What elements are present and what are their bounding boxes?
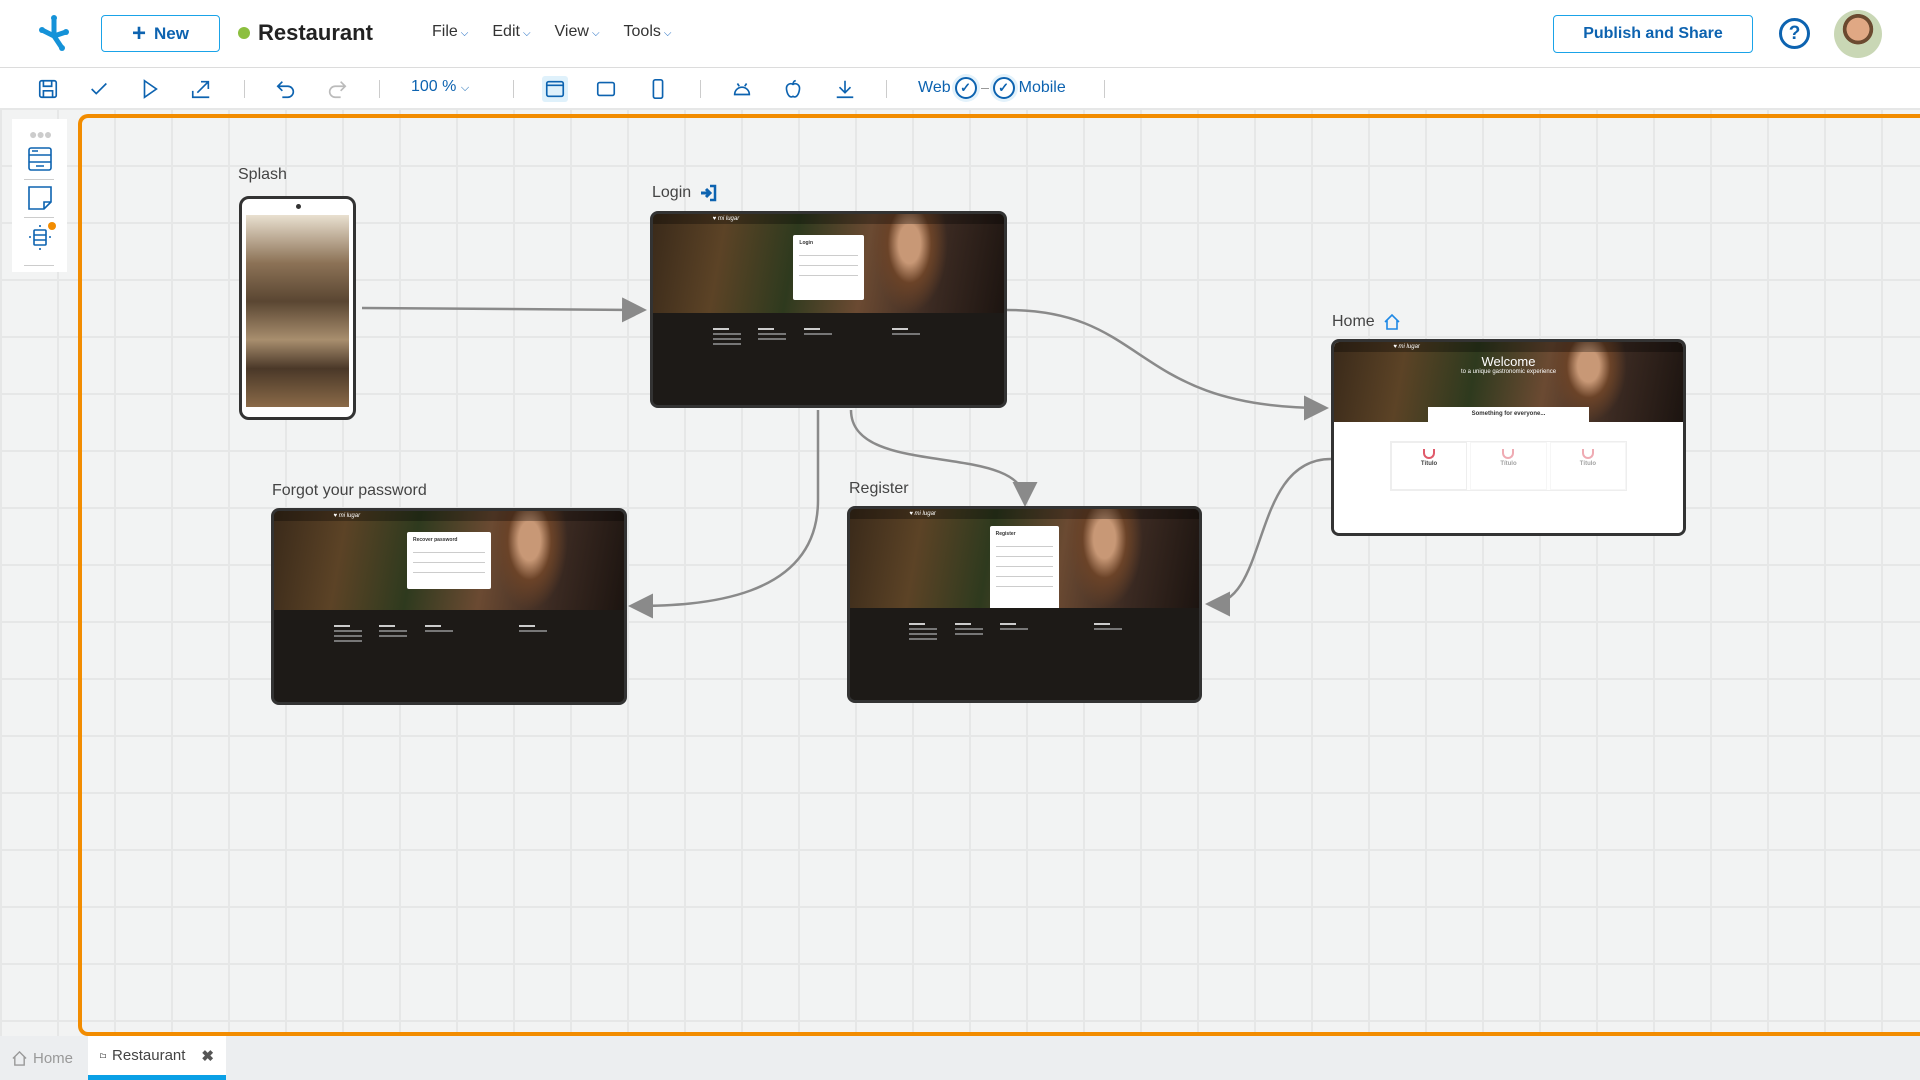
components-icon[interactable] xyxy=(26,222,56,251)
screen-forgot-password[interactable]: ♥ mi lugar Recover password xyxy=(271,508,627,705)
chevron-down-icon: ⌵ xyxy=(591,28,600,39)
new-button[interactable]: + New xyxy=(101,15,220,52)
play-icon[interactable] xyxy=(137,76,163,102)
screen-icon[interactable] xyxy=(26,145,54,173)
toolbar: 100 % ⌵ Web ✓ ✓ Mobile xyxy=(0,68,1920,108)
bowl-icon xyxy=(1502,449,1515,460)
export-icon[interactable] xyxy=(188,76,214,102)
tab-restaurant[interactable]: Restaurant ✖ xyxy=(88,1036,226,1080)
android-icon[interactable] xyxy=(729,76,755,102)
project-title: Restaurant xyxy=(238,20,373,46)
login-card: Login xyxy=(793,235,864,300)
tablet-view-icon[interactable] xyxy=(593,76,619,102)
chevron-down-icon: ⌵ xyxy=(460,82,470,94)
tile: Título xyxy=(1549,442,1627,490)
screen-home[interactable]: ♥ mi lugar Welcome to a unique gastronomi… xyxy=(1331,339,1686,536)
download-icon[interactable] xyxy=(832,76,858,102)
home-icon xyxy=(1384,313,1400,330)
divider xyxy=(244,80,245,98)
site-footer xyxy=(850,608,1199,700)
site-footer xyxy=(274,610,624,702)
note-icon[interactable] xyxy=(26,184,54,212)
mobile-check-icon[interactable]: ✓ xyxy=(992,77,1015,99)
desktop-view-icon[interactable] xyxy=(542,76,568,102)
chevron-down-icon: ⌵ xyxy=(460,28,469,39)
menu-edit[interactable]: Edit ⌵ xyxy=(492,23,530,41)
avatar[interactable] xyxy=(1834,10,1882,58)
menu-tools[interactable]: Tools ⌵ xyxy=(624,23,672,41)
save-icon[interactable] xyxy=(35,76,61,102)
site-nav xyxy=(653,214,1004,224)
divider xyxy=(379,80,380,98)
screen-label-home: Home xyxy=(1332,313,1401,331)
screen-splash[interactable] xyxy=(239,196,356,420)
login-icon xyxy=(701,184,717,202)
section-title: Something for everyone... xyxy=(1428,406,1589,430)
bottom-tab-bar: Home Restaurant ✖ xyxy=(0,1036,1920,1080)
screen-label-forgot: Forgot your password xyxy=(272,482,427,499)
tab-home[interactable]: Home xyxy=(0,1036,85,1080)
site-nav xyxy=(1334,342,1683,352)
menu-view[interactable]: View ⌵ xyxy=(555,23,600,41)
chevron-down-icon: ⌵ xyxy=(522,28,531,39)
check-icon[interactable] xyxy=(86,76,112,102)
connector xyxy=(980,87,989,89)
bowl-icon xyxy=(1423,449,1436,460)
tile: Título xyxy=(1470,442,1547,490)
undo-icon[interactable] xyxy=(273,76,299,102)
web-check-icon[interactable]: ✓ xyxy=(954,77,977,99)
menu-file[interactable]: File ⌵ xyxy=(432,23,468,41)
help-icon[interactable]: ? xyxy=(1779,18,1810,49)
home-icon xyxy=(12,1050,27,1066)
site-nav xyxy=(850,509,1199,519)
chevron-down-icon: ⌵ xyxy=(663,28,672,39)
tiles: Título Título Título xyxy=(1389,441,1628,491)
site-logo: ♥ mi lugar xyxy=(1393,344,1420,350)
close-icon[interactable]: ✖ xyxy=(201,1047,214,1065)
screen-label-login: Login xyxy=(652,184,717,202)
top-bar: + New Restaurant File ⌵ Edit ⌵ View ⌵ Tools ⌵… xyxy=(0,0,1920,68)
register-card: Register xyxy=(989,526,1060,618)
splash-image xyxy=(246,215,349,407)
publish-and-share-button[interactable]: Publish and Share xyxy=(1553,15,1753,53)
apple-icon[interactable] xyxy=(780,76,806,102)
left-panel: ●●● xyxy=(12,119,67,272)
mobile-view-icon[interactable] xyxy=(645,76,671,102)
folder-icon xyxy=(100,1053,106,1059)
site-footer xyxy=(653,313,1004,405)
recover-card: Recover password xyxy=(407,532,491,590)
divider xyxy=(1104,80,1105,98)
redo-icon[interactable] xyxy=(324,76,350,102)
more-icon[interactable]: ●●● xyxy=(29,126,52,142)
site-nav xyxy=(274,511,624,521)
site-logo: ♥ mi lugar xyxy=(333,513,361,519)
divider xyxy=(513,80,514,98)
status-dot xyxy=(238,27,250,39)
site-logo: ♥ mi lugar xyxy=(909,511,936,517)
screen-label-splash: Splash xyxy=(238,166,287,183)
screen-register[interactable]: ♥ mi lugar Register xyxy=(847,506,1202,703)
site-logo: ♥ mi lugar xyxy=(712,216,740,222)
divider xyxy=(24,265,54,266)
screen-login[interactable]: ♥ mi lugar Login xyxy=(650,211,1007,408)
divider xyxy=(886,80,887,98)
divider xyxy=(700,80,701,98)
divider xyxy=(24,179,54,180)
welcome-heading: Welcome to a unique gastronomic experienc… xyxy=(1460,354,1557,375)
plus-icon: + xyxy=(132,19,147,47)
zoom-select[interactable]: 100 % ⌵ xyxy=(411,78,469,96)
phone-camera xyxy=(296,204,301,209)
screen-label-register: Register xyxy=(849,480,909,497)
menu-bar: File ⌵ Edit ⌵ View ⌵ Tools ⌵ xyxy=(432,23,671,41)
tile: Título xyxy=(1390,442,1468,490)
notification-dot xyxy=(48,222,56,230)
platform-toggle: Web ✓ ✓ Mobile xyxy=(918,77,1066,99)
bowl-icon xyxy=(1581,449,1594,460)
divider xyxy=(24,217,54,218)
app-logo[interactable] xyxy=(36,14,76,54)
